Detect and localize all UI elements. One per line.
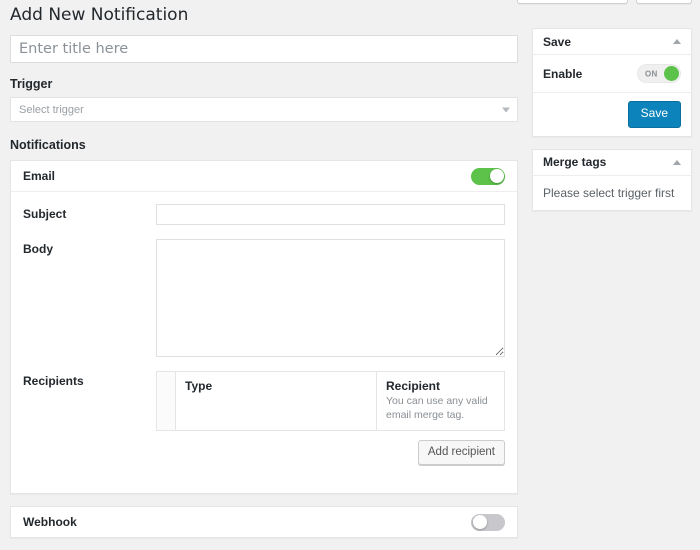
merge-tags-box: Merge tags Please select trigger first <box>532 148 692 211</box>
enable-toggle-state-text: ON <box>645 69 658 78</box>
save-box: Save Enable ON Save <box>532 28 692 137</box>
merge-tags-title: Merge tags <box>543 155 607 170</box>
chevron-up-icon[interactable] <box>673 39 681 44</box>
toggle-knob <box>664 66 679 81</box>
recipient-column-header: Recipient You can use any valid email me… <box>377 372 505 431</box>
recipients-field-wrapper: Type Recipient You can use any valid ema… <box>156 371 505 466</box>
webhook-panel-header[interactable]: Webhook <box>11 507 517 537</box>
recipient-column-title: Recipient <box>386 379 441 394</box>
notification-title-input[interactable] <box>10 35 518 64</box>
chevron-up-icon[interactable] <box>673 159 681 165</box>
email-panel-body: Subject Body Recipients Type Recipient Y… <box>11 192 517 493</box>
email-notification-panel: Email Subject Body Recipients Type Recip… <box>10 160 518 495</box>
toggle-knob <box>472 515 487 530</box>
subject-field-wrapper <box>156 204 505 226</box>
webhook-enable-toggle[interactable] <box>471 513 505 531</box>
recipients-table: Type Recipient You can use any valid ema… <box>156 371 505 432</box>
help-button[interactable]: Help ▾ <box>636 0 692 4</box>
subject-label: Subject <box>23 207 67 222</box>
enable-label: Enable <box>543 66 583 81</box>
body-field-row: Body <box>23 239 505 358</box>
merge-tags-header[interactable]: Merge tags <box>533 150 691 176</box>
email-panel-title: Email <box>23 169 56 184</box>
recipient-column-hint: You can use any valid email merge tag. <box>386 395 488 421</box>
save-box-footer: Save <box>533 93 691 136</box>
recipients-label: Recipients <box>23 374 84 389</box>
recipients-field-row: Recipients Type Recipient You can use an… <box>23 371 505 466</box>
trigger-select-wrapper: Select trigger <box>10 97 518 123</box>
notifications-section-label: Notifications <box>10 138 86 153</box>
body-label: Body <box>23 242 53 257</box>
body-field-wrapper <box>156 239 505 358</box>
save-box-header[interactable]: Save <box>533 29 691 55</box>
recipients-actions: Add recipient <box>156 440 505 466</box>
main-content-column: Add New Notification Trigger Select trig… <box>0 0 528 550</box>
body-textarea[interactable] <box>156 239 505 358</box>
enable-toggle[interactable]: ON <box>637 64 681 83</box>
sidebar-column: Save Enable ON Save Merge tags Please se… <box>532 28 692 223</box>
email-enable-toggle[interactable] <box>471 167 505 185</box>
subject-field-row: Subject <box>23 204 505 226</box>
webhook-panel-title: Webhook <box>23 515 77 530</box>
trigger-label: Trigger <box>10 77 53 92</box>
merge-tags-message: Please select trigger first <box>543 185 675 200</box>
toggle-knob <box>489 169 504 184</box>
subject-input[interactable] <box>156 204 505 226</box>
type-column-header: Type <box>175 371 377 431</box>
table-header-row: Type Recipient You can use any valid ema… <box>156 371 505 431</box>
screen-options-button[interactable]: Screen Options ▾ <box>517 0 629 4</box>
chevron-down-icon <box>502 107 510 113</box>
add-recipient-button[interactable]: Add recipient <box>417 440 505 466</box>
email-panel-header[interactable]: Email <box>11 161 517 193</box>
save-button[interactable]: Save <box>627 101 681 128</box>
page-title: Add New Notification <box>10 5 189 25</box>
drag-handle-column <box>156 371 176 431</box>
save-box-title: Save <box>543 34 572 49</box>
trigger-select-value: Select trigger <box>19 103 84 116</box>
admin-topbar: Screen Options ▾ Help ▾ <box>517 0 692 4</box>
enable-row: Enable ON <box>533 55 691 93</box>
trigger-select[interactable]: Select trigger <box>10 97 518 123</box>
webhook-notification-panel: Webhook <box>10 506 518 539</box>
